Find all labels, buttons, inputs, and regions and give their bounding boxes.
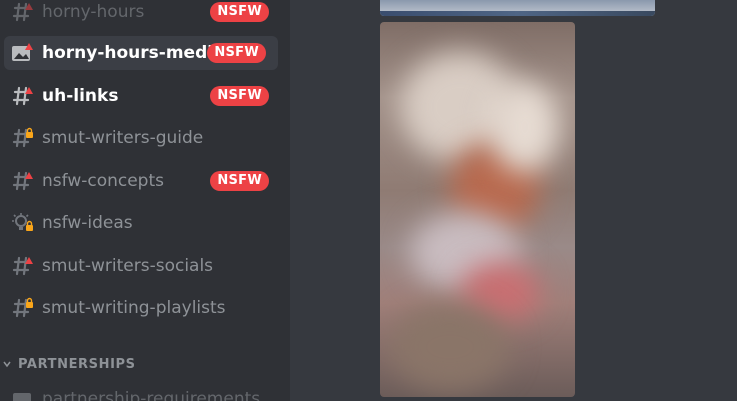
- channel-smut-writing-playlists[interactable]: smut-writing-playlists: [0, 291, 290, 325]
- channel-partnership-requirements[interactable]: partnership-requirements: [0, 382, 290, 401]
- channel-horny-hours-media[interactable]: horny-hours-media NSFW: [4, 36, 278, 70]
- channel-name: smut-writing-playlists: [42, 298, 226, 318]
- category-partnerships[interactable]: PARTNERSHIPS: [0, 352, 290, 376]
- image-channel-nsfw-icon: [10, 41, 34, 65]
- channel-smut-writers-guide[interactable]: smut-writers-guide: [0, 121, 290, 155]
- channel-name: uh-links: [42, 86, 119, 106]
- channel-uh-links[interactable]: uh-links NSFW: [0, 79, 290, 113]
- text-channel-locked-icon: [10, 126, 34, 150]
- text-channel-nsfw-icon: [10, 254, 34, 278]
- category-label: PARTNERSHIPS: [18, 356, 136, 372]
- channel-name: smut-writers-guide: [42, 128, 204, 148]
- channel-name: smut-writers-socials: [42, 256, 214, 276]
- media-attachment-top[interactable]: [380, 0, 655, 16]
- nsfw-badge: NSFW: [210, 2, 269, 22]
- channel-nsfw-concepts[interactable]: nsfw-concepts NSFW: [0, 164, 290, 198]
- text-channel-locked-icon: [10, 296, 34, 320]
- text-channel-icon: [10, 387, 34, 401]
- channel-nsfw-ideas[interactable]: nsfw-ideas: [0, 206, 290, 240]
- channel-name: horny-hours-media: [42, 43, 225, 63]
- channel-name: partnership-requirements: [42, 389, 261, 401]
- media-attachment-main[interactable]: [380, 22, 575, 397]
- nsfw-badge: NSFW: [207, 43, 266, 63]
- text-channel-nsfw-icon: [10, 0, 34, 24]
- channel-name: nsfw-ideas: [42, 213, 133, 233]
- channel-smut-writers-socials[interactable]: smut-writers-socials: [0, 249, 290, 283]
- text-channel-nsfw-icon: [10, 84, 34, 108]
- channel-horny-hours[interactable]: horny-hours NSFW: [0, 0, 290, 29]
- nsfw-badge: NSFW: [210, 86, 269, 106]
- chevron-down-icon: [3, 361, 11, 368]
- nsfw-badge: NSFW: [210, 171, 269, 191]
- channel-sidebar: horny-hours NSFW horny-hours-media NSFW …: [0, 0, 290, 401]
- channel-name: nsfw-concepts: [42, 171, 164, 191]
- channel-name: horny-hours: [42, 2, 145, 22]
- forum-channel-locked-icon: [10, 211, 34, 235]
- text-channel-nsfw-icon: [10, 169, 34, 193]
